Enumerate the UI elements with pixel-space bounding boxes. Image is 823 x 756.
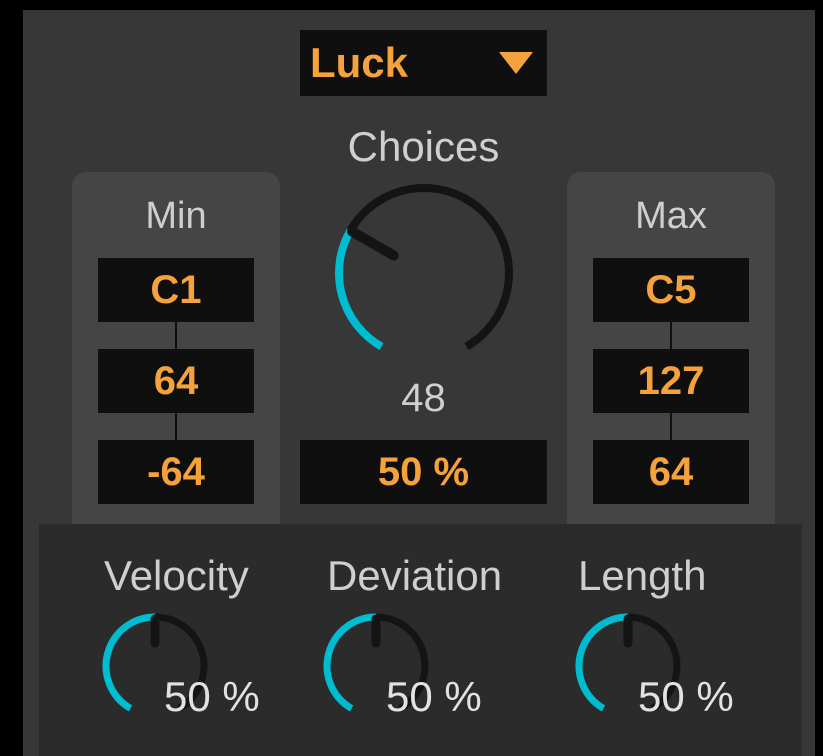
length-title: Length bbox=[578, 552, 707, 599]
choices-title: Choices bbox=[347, 123, 500, 170]
knob-value-arc bbox=[323, 613, 377, 712]
mode-dropdown[interactable]: Luck bbox=[300, 30, 547, 96]
max-link-line bbox=[670, 413, 672, 441]
deviation-title: Deviation bbox=[327, 552, 503, 599]
velocity-value: 50 % bbox=[164, 673, 260, 720]
min-velocity-field[interactable]: 64 bbox=[98, 349, 254, 413]
length-value: 50 % bbox=[638, 673, 734, 720]
mode-dropdown-label: Luck bbox=[310, 39, 409, 86]
min-title: Min bbox=[145, 195, 207, 237]
max-note-field[interactable]: C5 bbox=[593, 258, 749, 322]
triangle-down-icon bbox=[499, 52, 533, 74]
velocity-title: Velocity bbox=[104, 552, 249, 599]
max-offset-field[interactable]: 64 bbox=[593, 440, 749, 504]
choices-value: 48 bbox=[401, 376, 446, 420]
knob-pointer bbox=[347, 226, 399, 261]
choices-knob[interactable] bbox=[334, 183, 514, 363]
deviation-value: 50 % bbox=[386, 673, 482, 720]
choices-amount-field[interactable]: 50 % bbox=[300, 440, 547, 504]
max-velocity-field[interactable]: 127 bbox=[593, 349, 749, 413]
min-offset-field[interactable]: -64 bbox=[98, 440, 254, 504]
knob-value-arc bbox=[102, 613, 156, 712]
min-link-line bbox=[175, 413, 177, 441]
knob-track bbox=[335, 184, 513, 351]
max-link-line bbox=[670, 322, 672, 350]
min-note-field[interactable]: C1 bbox=[98, 258, 254, 322]
knob-value-arc bbox=[575, 613, 629, 712]
min-link-line bbox=[175, 322, 177, 350]
max-title: Max bbox=[635, 195, 707, 237]
